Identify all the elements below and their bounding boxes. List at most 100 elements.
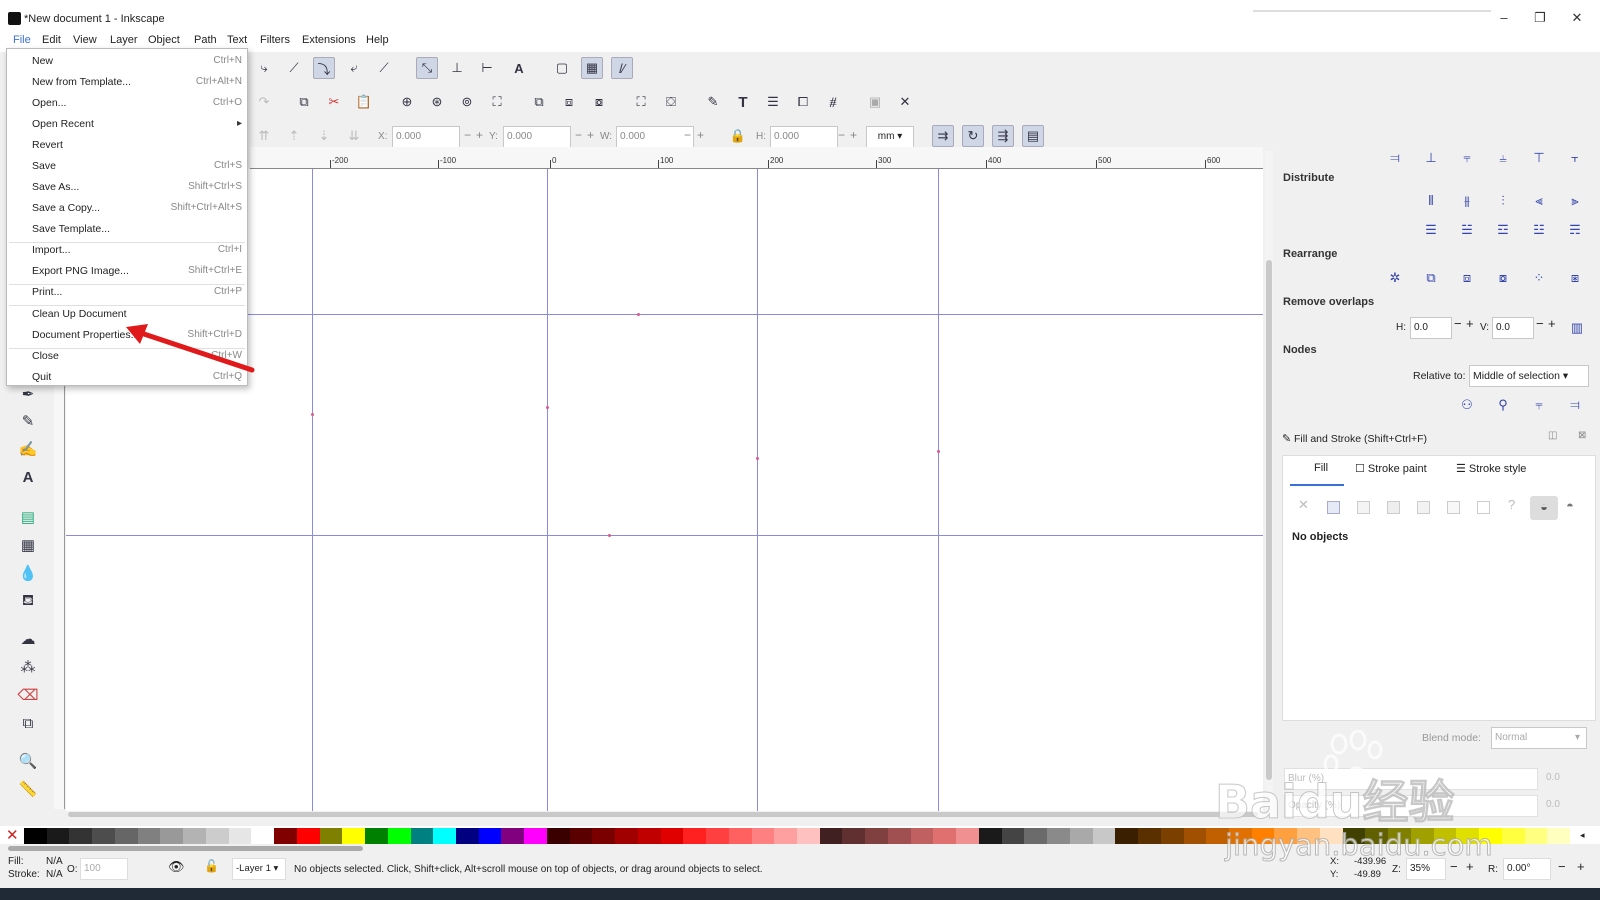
- color-swatch[interactable]: [546, 828, 571, 844]
- fill-rule-nonzero-icon[interactable]: ◓: [1566, 498, 1574, 513]
- guide-vertical[interactable]: [312, 169, 313, 811]
- menu-item-save-copy[interactable]: Save a Copy... Shift+Ctrl+Alt+S: [32, 198, 242, 218]
- color-swatch[interactable]: [296, 828, 321, 844]
- guide-anchor[interactable]: [937, 450, 940, 453]
- color-swatch[interactable]: [92, 828, 116, 844]
- zoom-drawing-icon[interactable]: ⊛: [426, 91, 448, 113]
- snap-edge-icon[interactable]: ⟋: [283, 57, 305, 79]
- color-swatch[interactable]: [46, 828, 70, 844]
- menu-item-save[interactable]: Save Ctrl+S: [32, 156, 242, 176]
- palette-menu-icon[interactable]: ◂: [1580, 830, 1585, 841]
- color-swatch[interactable]: [410, 828, 434, 844]
- eraser-tool-icon[interactable]: ⌫: [16, 684, 40, 706]
- color-swatch[interactable]: [69, 828, 93, 844]
- vertical-scroll-thumb[interactable]: [1266, 260, 1272, 780]
- tab-fill[interactable]: Fill: [1300, 462, 1328, 474]
- distribute-icon[interactable]: ⫸: [1564, 190, 1586, 212]
- snap-path-icon[interactable]: ⤡: [416, 57, 438, 79]
- pattern-icon[interactable]: [1447, 501, 1460, 514]
- paste-icon[interactable]: 📋: [353, 91, 375, 113]
- no-color-swatch-icon[interactable]: ✕: [6, 826, 19, 844]
- color-swatch[interactable]: [365, 828, 389, 844]
- zoom-tool-icon[interactable]: 🔍: [16, 750, 40, 772]
- menu-layer[interactable]: Layer: [110, 34, 138, 46]
- rearrange-icon[interactable]: ⧉: [1420, 267, 1442, 289]
- color-swatch[interactable]: [956, 828, 980, 844]
- dock-restore-icon[interactable]: ◫: [1548, 430, 1557, 441]
- color-swatch[interactable]: [1319, 828, 1344, 844]
- text-font-icon[interactable]: T: [732, 91, 754, 113]
- node-align-icon[interactable]: ⚇: [1456, 394, 1478, 416]
- calligraphy-tool-icon[interactable]: ✍: [16, 438, 40, 460]
- color-swatch[interactable]: [797, 828, 821, 844]
- menu-help[interactable]: Help: [366, 34, 389, 46]
- rearrange-icon[interactable]: ⁘: [1528, 267, 1550, 289]
- color-swatch[interactable]: [114, 828, 139, 844]
- color-swatch[interactable]: [683, 828, 707, 844]
- color-swatch[interactable]: [774, 828, 798, 844]
- fill-indicator[interactable]: N/A: [46, 856, 63, 867]
- color-swatch[interactable]: [1388, 828, 1412, 844]
- rearrange-icon[interactable]: ⧆: [1564, 267, 1586, 289]
- menu-item-save-template[interactable]: Save Template...: [32, 219, 242, 239]
- distribute-icon[interactable]: ⫷: [1528, 190, 1550, 212]
- color-swatch[interactable]: [24, 828, 48, 844]
- visibility-toggle-icon[interactable]: 👁: [168, 859, 185, 875]
- snap-guide-icon[interactable]: /⁄: [611, 57, 633, 79]
- snap-midpoint-icon[interactable]: ⤶: [343, 57, 365, 79]
- align-icon[interactable]: ⊥: [1420, 147, 1442, 169]
- h-minus[interactable]: −: [838, 128, 845, 142]
- color-swatch[interactable]: [978, 828, 1003, 844]
- lock-icon[interactable]: 🔒: [727, 125, 749, 147]
- linear-gradient-icon[interactable]: [1357, 501, 1370, 514]
- palette-scrollbar[interactable]: [8, 846, 363, 851]
- color-swatch[interactable]: [455, 828, 480, 844]
- unit-select[interactable]: mm ▾: [866, 126, 914, 148]
- measure-tool-icon[interactable]: 📏: [16, 778, 40, 800]
- stroke-indicator[interactable]: N/A: [46, 869, 63, 880]
- overlap-v-plus[interactable]: +: [1548, 316, 1556, 331]
- menu-object[interactable]: Object: [148, 34, 180, 46]
- guide-anchor[interactable]: [756, 457, 759, 460]
- swatch-icon[interactable]: [1477, 501, 1490, 514]
- menu-item-revert[interactable]: Revert: [32, 135, 242, 155]
- color-swatch[interactable]: [387, 828, 411, 844]
- guide-anchor[interactable]: [311, 413, 314, 416]
- text-tool-icon[interactable]: A: [16, 466, 40, 488]
- color-swatch[interactable]: [910, 828, 934, 844]
- color-swatch[interactable]: [887, 828, 912, 844]
- color-swatch[interactable]: [1410, 828, 1435, 844]
- unlink-clone-icon[interactable]: ⧇: [588, 91, 610, 113]
- menu-text[interactable]: Text: [227, 34, 247, 46]
- zoom-width-icon[interactable]: ⛶: [486, 91, 508, 113]
- zoom-page-icon[interactable]: ⊚: [456, 91, 478, 113]
- color-swatch[interactable]: [251, 828, 275, 844]
- color-swatch[interactable]: [1456, 828, 1480, 844]
- color-swatch[interactable]: [865, 828, 889, 844]
- color-swatch[interactable]: [1479, 828, 1503, 844]
- opacity-slider[interactable]: Opacity (%): [1284, 795, 1538, 817]
- color-swatch[interactable]: [342, 828, 366, 844]
- color-swatch[interactable]: [1342, 828, 1366, 844]
- fill-stroke-icon[interactable]: ✎: [702, 91, 724, 113]
- tab-stroke-style[interactable]: ☰ Stroke style: [1456, 462, 1526, 475]
- unset-paint-icon[interactable]: ?: [1508, 497, 1515, 512]
- opacity-field[interactable]: 100: [80, 858, 128, 880]
- color-swatch[interactable]: [137, 828, 161, 844]
- color-swatch[interactable]: [1024, 828, 1048, 844]
- color-swatch[interactable]: [1228, 828, 1253, 844]
- clone-icon[interactable]: ⧈: [558, 91, 580, 113]
- x-plus[interactable]: +: [476, 128, 483, 142]
- color-swatch[interactable]: [1297, 828, 1321, 844]
- color-swatch[interactable]: [1274, 828, 1298, 844]
- color-swatch[interactable]: [706, 828, 730, 844]
- color-swatch[interactable]: [205, 828, 230, 844]
- document-properties-icon[interactable]: ▣: [864, 91, 886, 113]
- preferences-icon[interactable]: ✕: [894, 91, 916, 113]
- distribute-icon[interactable]: ☰: [1420, 219, 1442, 241]
- layer-lock-icon[interactable]: 🔓: [204, 859, 219, 873]
- ungroup-icon[interactable]: ⛋: [660, 91, 682, 113]
- color-swatch[interactable]: [1524, 828, 1548, 844]
- node-align-icon[interactable]: ⫤: [1564, 394, 1586, 416]
- lower-icon[interactable]: ⇣: [313, 125, 335, 147]
